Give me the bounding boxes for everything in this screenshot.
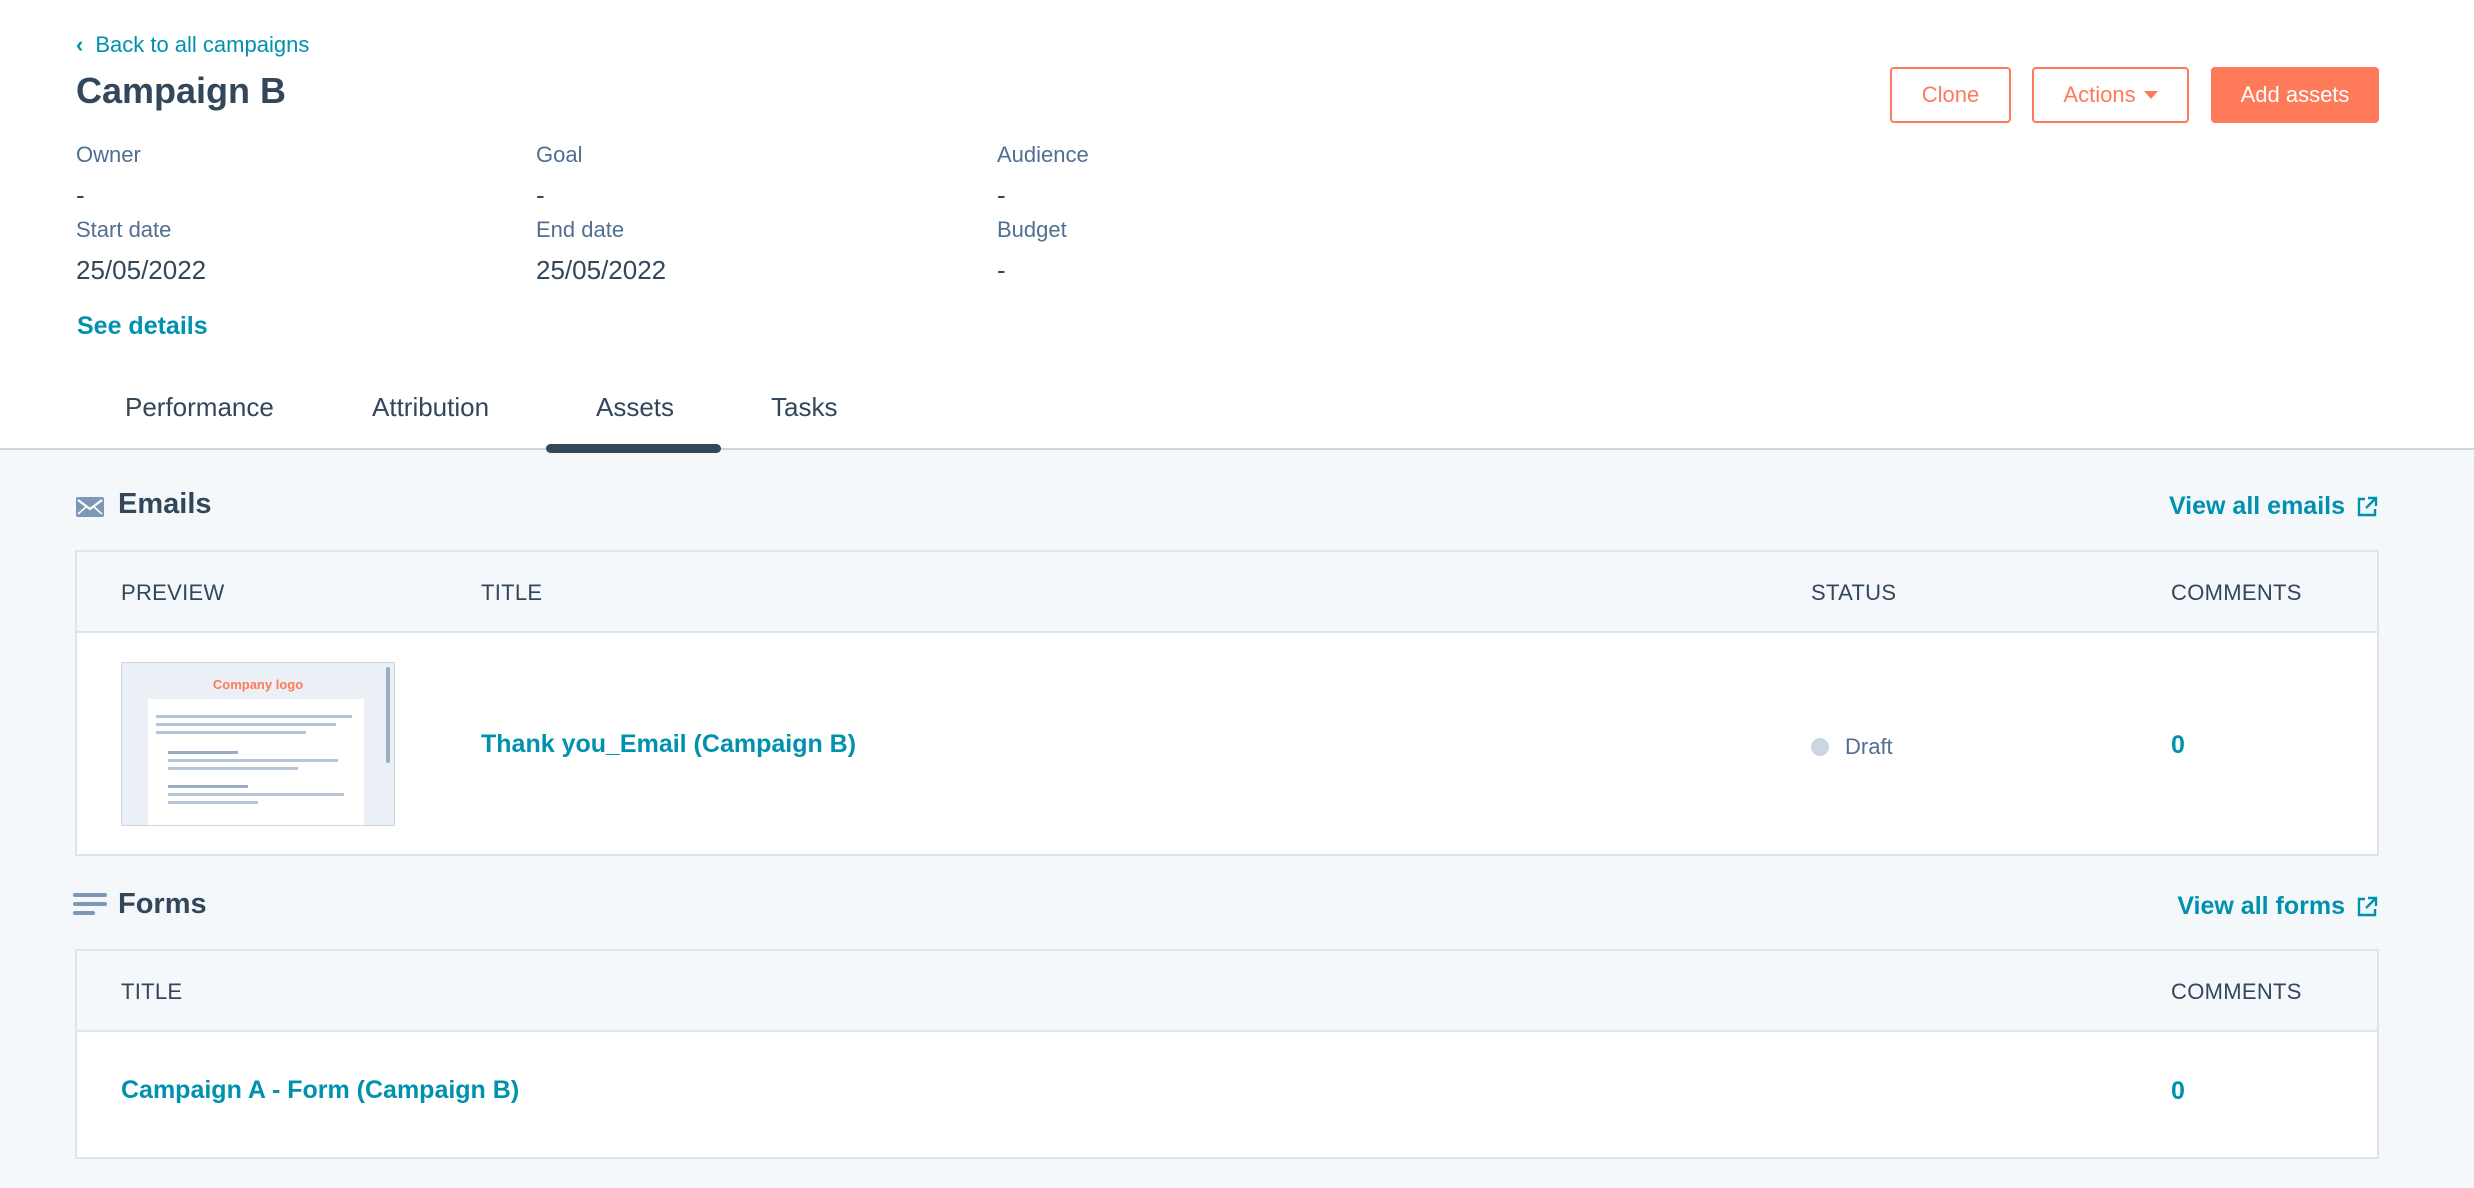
goal-label: Goal <box>536 142 583 167</box>
clone-button-label: Clone <box>1921 82 1980 107</box>
form-title-link[interactable]: Campaign A - Form (Campaign B) <box>121 1076 519 1105</box>
preview-scrollbar <box>386 667 390 763</box>
forms-section-title: Forms <box>118 888 207 920</box>
add-assets-button[interactable]: Add assets <box>2211 67 2379 123</box>
chevron-left-icon: ‹ <box>76 32 84 57</box>
view-all-forms-label: View all forms <box>2177 892 2345 920</box>
preview-email-body <box>148 699 364 825</box>
end-date-field: End date 25/05/2022 <box>536 217 666 286</box>
table-row: Company logo Thank you_Email (Campaign B… <box>77 633 2377 856</box>
table-row: Campaign A - Form (Campaign B) 0 <box>77 1032 2377 1159</box>
end-date-value: 25/05/2022 <box>536 255 667 285</box>
audience-field: Audience - <box>997 142 1089 211</box>
see-details-link[interactable]: See details <box>77 312 208 341</box>
tab-assets[interactable]: Assets <box>596 392 674 423</box>
back-link-label: Back to all campaigns <box>95 32 310 57</box>
column-header-comments[interactable]: COMMENTS <box>2171 979 2302 1005</box>
forms-table-header: TITLE COMMENTS <box>77 951 2377 1032</box>
preview-company-logo: Company logo <box>212 677 304 692</box>
campaign-header: ‹ Back to all campaigns Campaign B Clone… <box>0 0 2474 453</box>
external-link-icon <box>2357 496 2378 516</box>
email-title-link[interactable]: Thank you_Email (Campaign B) <box>481 730 856 759</box>
emails-section-header: Emails View all emails <box>73 484 2379 528</box>
owner-value: - <box>76 180 85 210</box>
owner-field: Owner - <box>76 142 141 211</box>
status-dot-icon <box>1811 738 1829 756</box>
page-title: Campaign B <box>76 70 287 111</box>
budget-field: Budget - <box>997 217 1067 286</box>
envelope-icon <box>76 497 104 517</box>
tab-attribution[interactable]: Attribution <box>372 392 489 423</box>
column-header-title[interactable]: TITLE <box>481 580 542 606</box>
view-all-forms-link[interactable]: View all forms <box>2177 892 2379 921</box>
start-date-value: 25/05/2022 <box>76 255 207 285</box>
external-link-icon <box>2357 896 2378 916</box>
form-comments-count[interactable]: 0 <box>2171 1077 2185 1106</box>
clone-button[interactable]: Clone <box>1890 67 2011 123</box>
list-lines-icon <box>73 893 107 915</box>
column-header-preview[interactable]: PREVIEW <box>121 580 225 606</box>
audience-value: - <box>997 180 1006 210</box>
start-date-label: Start date <box>76 217 172 242</box>
budget-value: - <box>997 255 1006 285</box>
start-date-field: Start date 25/05/2022 <box>76 217 206 286</box>
add-assets-button-label: Add assets <box>2240 82 2350 107</box>
tab-performance[interactable]: Performance <box>125 392 274 423</box>
tab-tasks[interactable]: Tasks <box>771 392 837 423</box>
caret-down-icon <box>2143 91 2158 99</box>
end-date-label: End date <box>536 217 625 242</box>
emails-section-title: Emails <box>118 488 212 520</box>
actions-button-label: Actions <box>2063 82 2136 107</box>
status-badge: Draft <box>1811 734 1893 760</box>
view-all-emails-link[interactable]: View all emails <box>2169 492 2379 521</box>
forms-table: TITLE COMMENTS Campaign A - Form (Campai… <box>75 949 2379 1159</box>
column-header-title[interactable]: TITLE <box>121 979 182 1005</box>
column-header-status[interactable]: STATUS <box>1811 580 1896 606</box>
status-label: Draft <box>1845 734 1893 759</box>
emails-table: PREVIEW TITLE STATUS COMMENTS Company lo… <box>75 550 2379 856</box>
view-all-emails-label: View all emails <box>2168 492 2345 520</box>
column-header-comments[interactable]: COMMENTS <box>2171 580 2302 606</box>
audience-label: Audience <box>997 142 1089 167</box>
active-tab-indicator <box>546 444 721 453</box>
emails-table-header: PREVIEW TITLE STATUS COMMENTS <box>77 552 2377 633</box>
goal-value: - <box>536 180 545 210</box>
back-to-campaigns-link[interactable]: ‹ Back to all campaigns <box>76 32 309 58</box>
owner-label: Owner <box>76 142 141 167</box>
budget-label: Budget <box>997 217 1067 242</box>
email-comments-count[interactable]: 0 <box>2171 731 2185 760</box>
campaign-tabs: Performance Attribution Assets Tasks <box>0 380 2474 453</box>
actions-dropdown-button[interactable]: Actions <box>2032 67 2189 123</box>
goal-field: Goal - <box>536 142 582 211</box>
email-preview-thumbnail[interactable]: Company logo <box>121 662 395 826</box>
forms-section-header: Forms View all forms <box>73 884 2379 928</box>
